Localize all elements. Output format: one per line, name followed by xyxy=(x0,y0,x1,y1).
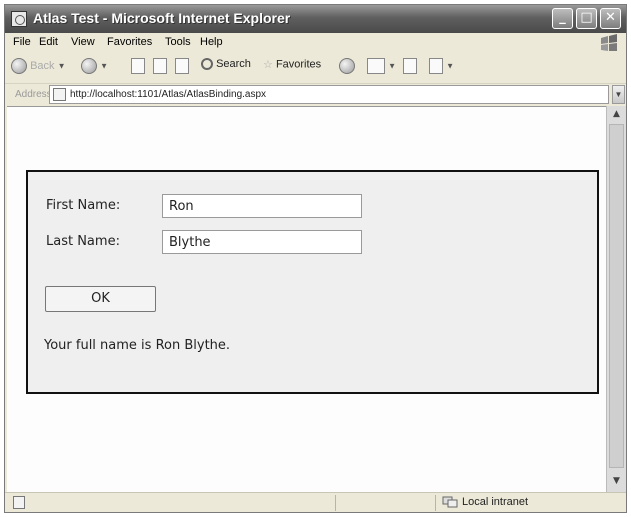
print-icon xyxy=(403,58,417,74)
chevron-down-icon: ▼ xyxy=(614,90,623,99)
form-panel: First Name: Last Name: OK Your full name… xyxy=(26,170,599,394)
chevron-down-icon: ▼ xyxy=(446,61,454,71)
refresh-icon xyxy=(153,58,167,74)
menu-bar: File Edit View Favorites Tools Help xyxy=(5,33,626,54)
maximize-button[interactable]: □ xyxy=(576,8,597,29)
forward-arrow-icon xyxy=(81,58,97,74)
minimize-button[interactable]: _ xyxy=(552,8,573,29)
page-status-icon xyxy=(13,496,25,509)
address-dropdown-button[interactable]: ▼ xyxy=(612,85,625,104)
stop-icon xyxy=(131,58,145,74)
scroll-down-button[interactable]: ▼ xyxy=(609,474,624,489)
favorites-button[interactable]: ☆ Favorites xyxy=(263,58,321,78)
mail-button[interactable]: ▼ xyxy=(367,58,396,78)
forward-button[interactable]: ▼ xyxy=(81,58,108,78)
ie-page-icon xyxy=(11,11,27,27)
status-divider xyxy=(335,495,336,511)
first-name-label: First Name: xyxy=(46,198,121,213)
back-arrow-icon xyxy=(11,58,27,74)
address-label: Address xyxy=(15,89,52,100)
search-icon xyxy=(201,58,213,71)
standard-toolbar: Back ▼ ▼ Search ☆ Favorites ▼ ▼ xyxy=(5,53,626,84)
refresh-button[interactable] xyxy=(153,58,167,78)
menu-view[interactable]: View xyxy=(71,36,95,48)
scroll-thumb[interactable] xyxy=(609,124,624,468)
full-name-result: Your full name is Ron Blythe. xyxy=(44,338,231,353)
local-intranet-icon xyxy=(442,496,458,508)
address-url[interactable]: http://localhost:1101/Atlas/AtlasBinding… xyxy=(70,89,266,100)
title-bar[interactable]: Atlas Test - Microsoft Internet Explorer… xyxy=(5,5,626,33)
edit-button[interactable]: ▼ xyxy=(429,58,454,78)
chevron-down-icon: ▼ xyxy=(388,61,396,71)
last-name-input[interactable] xyxy=(162,230,362,254)
mail-icon xyxy=(367,58,385,74)
media-button[interactable] xyxy=(339,58,355,78)
first-name-input[interactable] xyxy=(162,194,362,218)
last-name-label: Last Name: xyxy=(46,234,120,249)
menu-help[interactable]: Help xyxy=(200,36,223,48)
menu-tools[interactable]: Tools xyxy=(165,36,191,48)
menu-edit[interactable]: Edit xyxy=(39,36,58,48)
menu-favorites[interactable]: Favorites xyxy=(107,36,152,48)
menu-file[interactable]: File xyxy=(13,36,31,48)
address-field[interactable]: http://localhost:1101/Atlas/AtlasBinding… xyxy=(49,85,609,104)
page-icon xyxy=(53,88,66,101)
chevron-down-icon: ▼ xyxy=(100,61,108,71)
chevron-down-icon: ▼ xyxy=(57,61,66,71)
scroll-up-button[interactable]: ▲ xyxy=(609,107,624,122)
maximize-icon: □ xyxy=(580,10,593,25)
page-content: First Name: Last Name: OK Your full name… xyxy=(7,106,606,493)
media-icon xyxy=(339,58,355,74)
edit-icon xyxy=(429,58,443,74)
status-bar: Local intranet xyxy=(5,492,626,512)
search-button[interactable]: Search xyxy=(201,58,251,78)
address-bar: Address http://localhost:1101/Atlas/Atla… xyxy=(5,84,626,106)
security-zone: Local intranet xyxy=(462,496,529,508)
print-button[interactable] xyxy=(403,58,417,78)
vertical-scrollbar[interactable]: ▲ ▼ xyxy=(606,106,626,492)
ok-button[interactable]: OK xyxy=(45,286,156,312)
star-icon: ☆ xyxy=(263,59,273,71)
back-button[interactable]: Back ▼ xyxy=(11,58,66,78)
close-icon: ✕ xyxy=(605,10,616,25)
home-button[interactable] xyxy=(175,58,189,78)
browser-window: Atlas Test - Microsoft Internet Explorer… xyxy=(4,4,627,513)
stop-button[interactable] xyxy=(131,58,145,78)
close-button[interactable]: ✕ xyxy=(600,8,621,29)
home-icon xyxy=(175,58,189,74)
status-divider xyxy=(435,495,436,511)
window-title: Atlas Test - Microsoft Internet Explorer xyxy=(33,10,291,26)
minimize-icon: _ xyxy=(559,10,566,25)
windows-flag-icon xyxy=(601,34,617,51)
